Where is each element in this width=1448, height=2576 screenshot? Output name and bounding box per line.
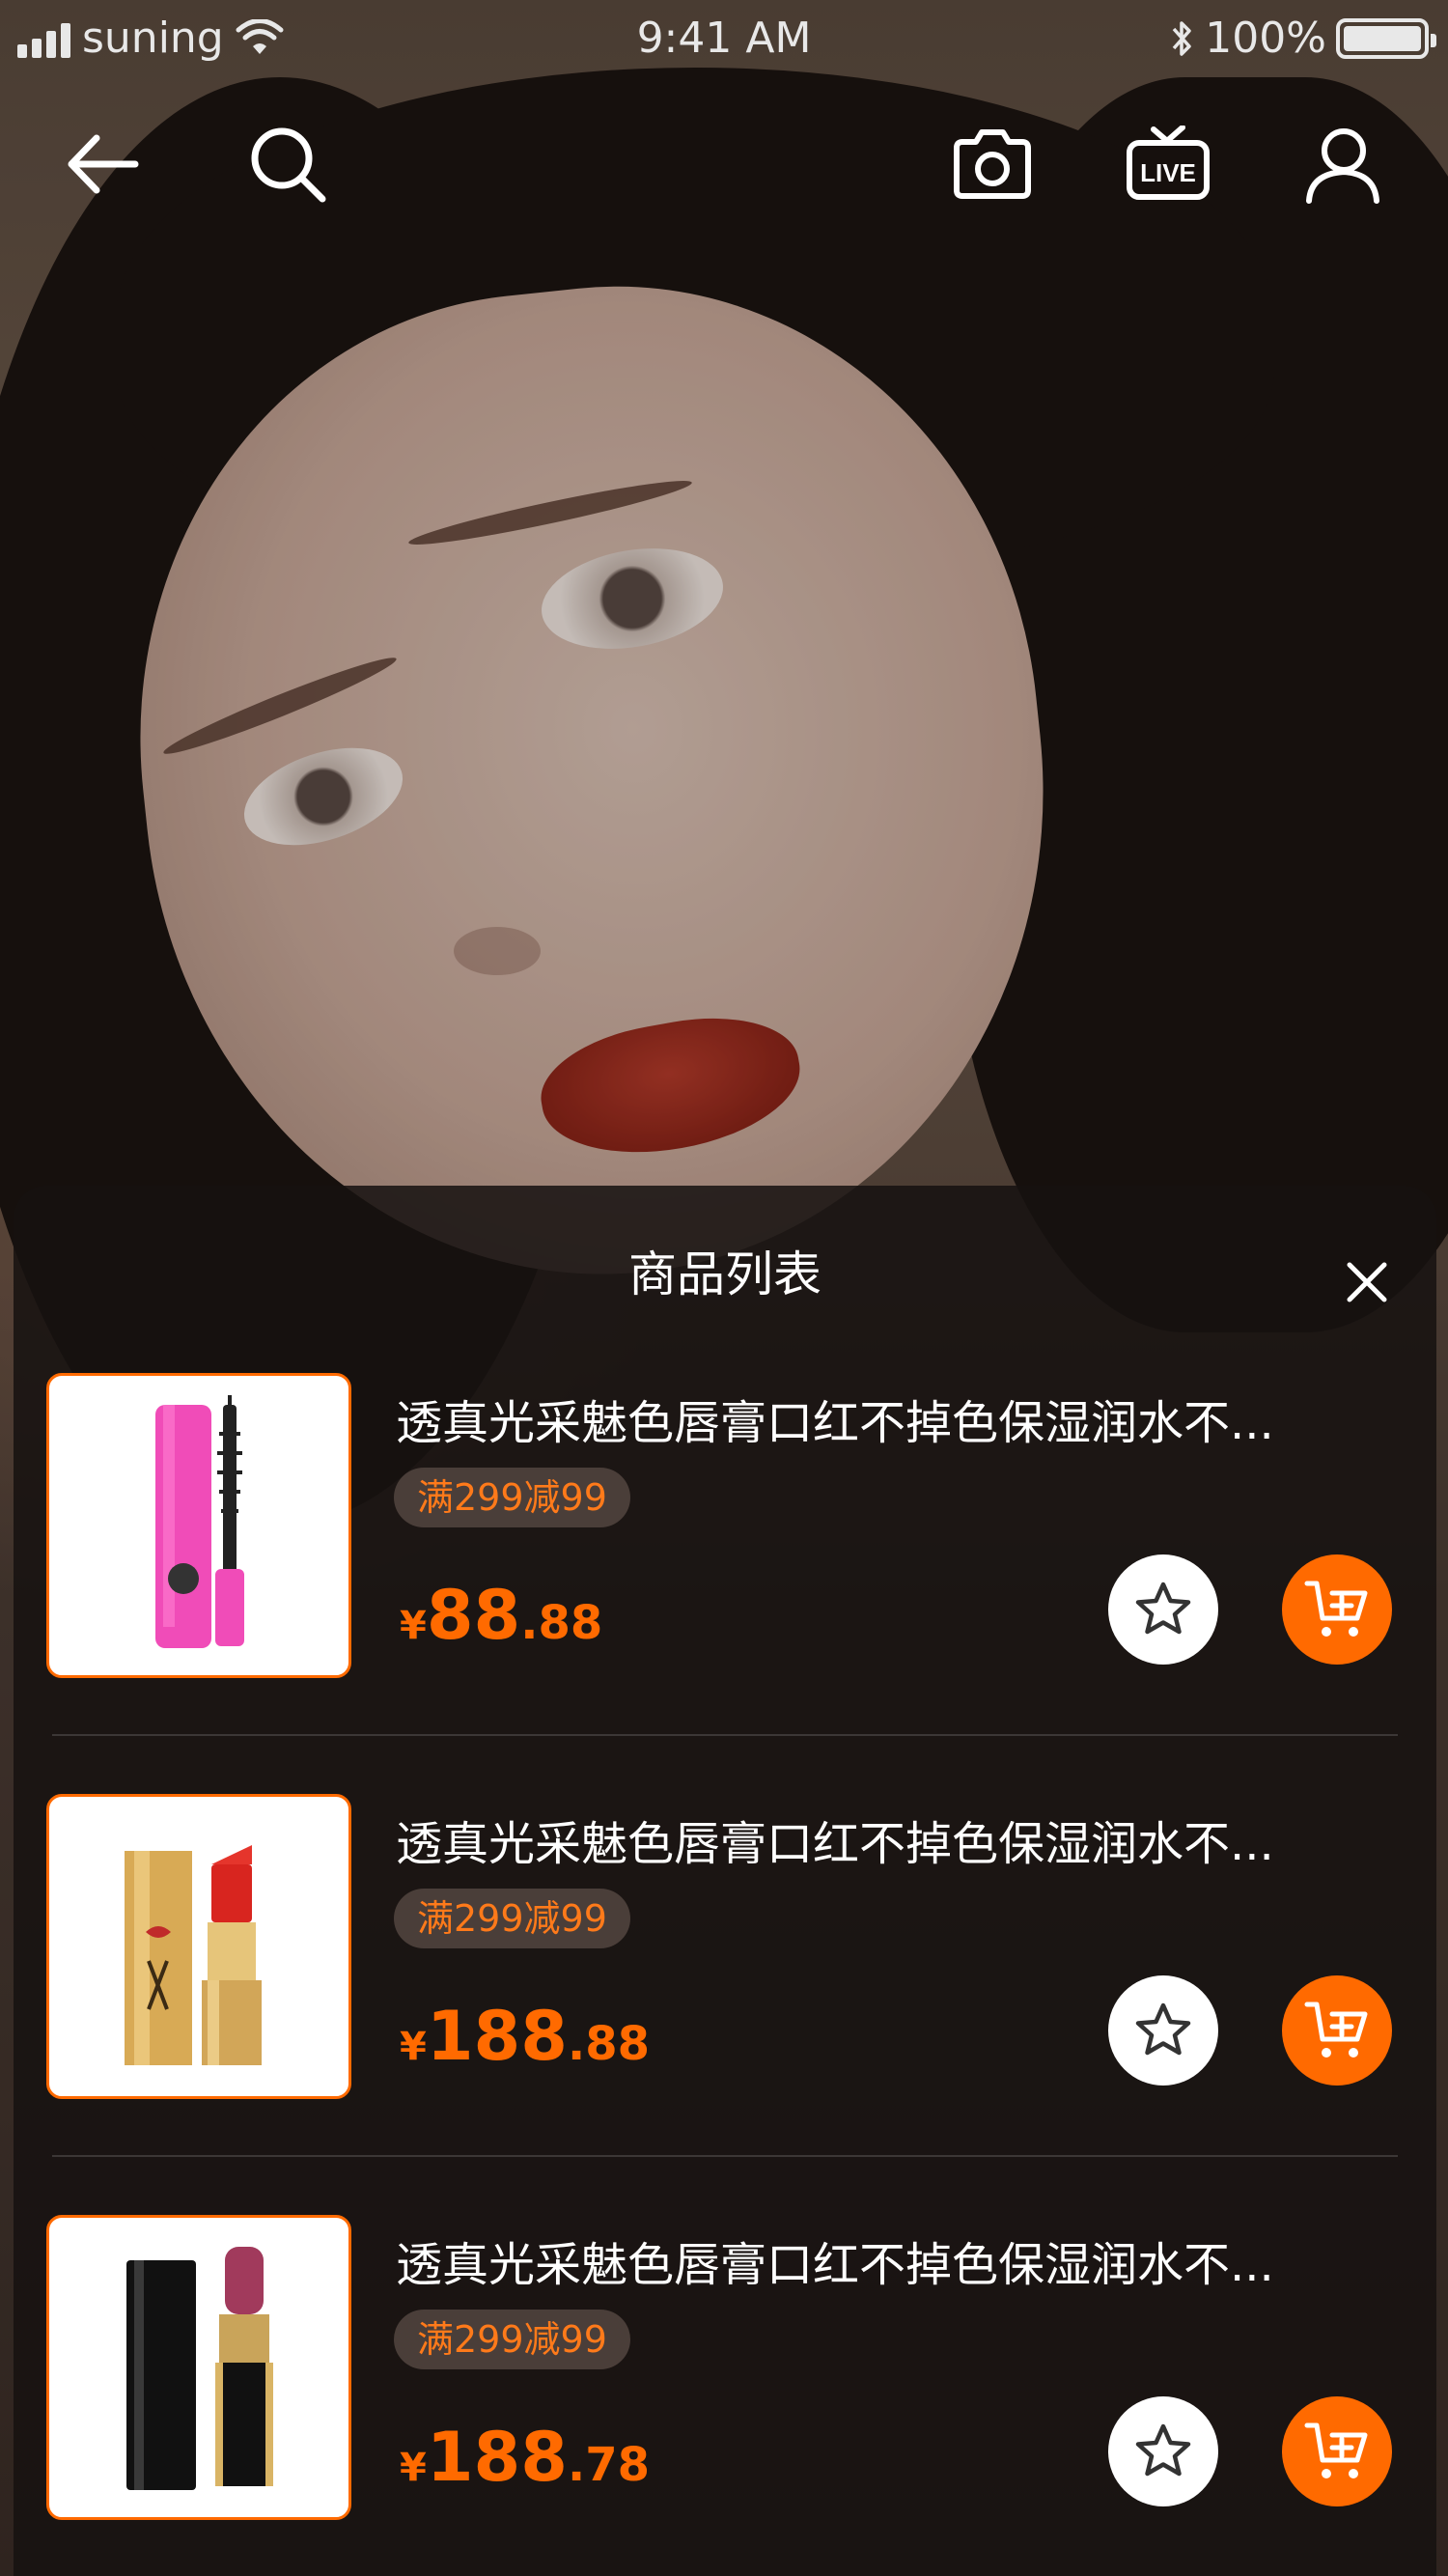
live-button[interactable]: LIVE — [1120, 116, 1216, 212]
product-name[interactable]: 透真光采魅色唇膏口红不掉色保湿润水不... — [396, 1806, 1380, 1873]
close-icon — [1347, 1262, 1387, 1302]
product-thumbnail[interactable] — [46, 1794, 351, 2099]
user-icon — [1306, 128, 1379, 204]
camera-button[interactable] — [944, 116, 1041, 212]
divider — [52, 2155, 1398, 2157]
promo-tag: 满299减99 — [394, 1889, 630, 1948]
product-item[interactable]: 透真光采魅色唇膏口红不掉色保湿润水不... 满299减99 ¥188.78 — [14, 2215, 1436, 2543]
mascara-image — [155, 1395, 244, 1648]
price-decimal: .88 — [520, 1596, 603, 1650]
star-icon — [1135, 1582, 1191, 1635]
status-bar: suning 9:41 AM 100% — [0, 0, 1448, 77]
user-button[interactable] — [1294, 116, 1390, 212]
product-item[interactable]: 透真光采魅色唇膏口红不掉色保湿润水不... 满299减99 ¥188.88 — [14, 1794, 1436, 2122]
search-button[interactable] — [239, 116, 336, 212]
product-name[interactable]: 透真光采魅色唇膏口红不掉色保湿润水不... — [396, 1385, 1380, 1452]
product-name[interactable]: 透真光采魅色唇膏口红不掉色保湿润水不... — [396, 2226, 1380, 2294]
promo-tag: 满299减99 — [394, 2310, 630, 2369]
cart-plus-icon — [1304, 2422, 1368, 2478]
favorite-button[interactable] — [1108, 2396, 1218, 2506]
price-decimal: .88 — [567, 2017, 650, 2071]
close-button[interactable] — [1340, 1255, 1394, 1309]
favorite-button[interactable] — [1108, 1975, 1218, 2086]
product-item[interactable]: 透真光采魅色唇膏口红不掉色保湿润水不... 满299减99 ¥88.88 — [14, 1373, 1436, 1701]
black-lipstick-image — [126, 2247, 273, 2490]
price-currency: ¥ — [400, 2446, 427, 2490]
divider — [52, 1734, 1398, 1736]
promo-tag: 满299减99 — [394, 1468, 630, 1527]
add-to-cart-button[interactable] — [1282, 1554, 1392, 1665]
cart-plus-icon — [1304, 1581, 1368, 1637]
star-icon — [1135, 2423, 1191, 2477]
favorite-button[interactable] — [1108, 1554, 1218, 1665]
battery-icon — [1336, 17, 1436, 59]
add-to-cart-button[interactable] — [1282, 2396, 1392, 2506]
back-arrow-icon — [68, 134, 139, 194]
price-currency: ¥ — [400, 1604, 427, 1648]
product-price: ¥88.88 — [400, 1576, 602, 1655]
add-to-cart-button[interactable] — [1282, 1975, 1392, 2086]
product-price: ¥188.78 — [400, 2418, 650, 2497]
bluetooth-icon — [1172, 20, 1191, 56]
star-icon — [1135, 2002, 1191, 2056]
gold-lipstick-image — [125, 1845, 262, 2065]
price-integer: 88 — [426, 1576, 521, 1655]
battery-percent: 100% — [1205, 14, 1326, 63]
product-thumbnail[interactable] — [46, 1373, 351, 1678]
search-icon — [251, 127, 326, 203]
product-list-panel: 商品列表 透真光采魅色唇膏口红不掉色保湿润水不... 满299减99 ¥88.8… — [14, 1186, 1436, 2576]
price-integer: 188 — [426, 1997, 568, 2076]
live-tv-icon: LIVE — [1127, 126, 1210, 200]
status-right: 100% — [1170, 14, 1436, 63]
back-button[interactable] — [52, 116, 149, 212]
live-badge-text: LIVE — [1140, 158, 1196, 187]
camera-icon — [954, 129, 1031, 199]
product-thumbnail[interactable] — [46, 2215, 351, 2520]
panel-title: 商品列表 — [628, 1246, 821, 1302]
price-currency: ¥ — [400, 2025, 427, 2069]
product-price: ¥188.88 — [400, 1997, 650, 2076]
cart-plus-icon — [1304, 2002, 1368, 2058]
price-decimal: .78 — [567, 2438, 650, 2492]
price-integer: 188 — [426, 2418, 568, 2497]
